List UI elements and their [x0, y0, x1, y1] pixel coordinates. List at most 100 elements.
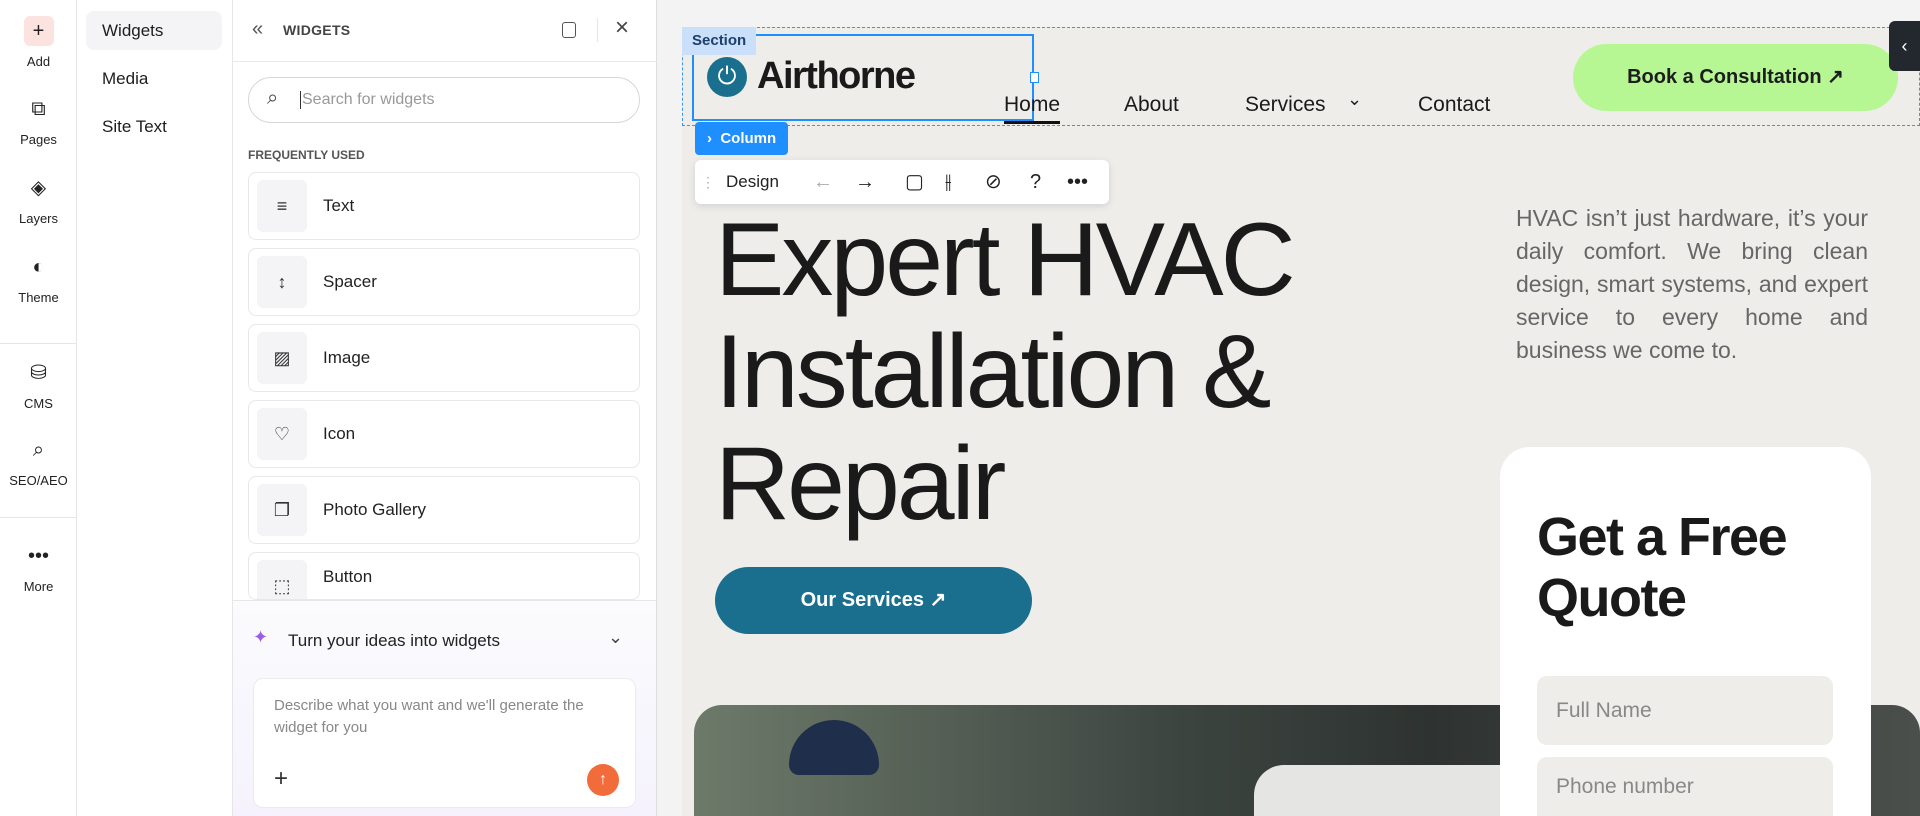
collapse-right-panel-button[interactable]: ‹: [1889, 21, 1920, 71]
widget-label: Photo Gallery: [323, 500, 426, 519]
text-icon: ≡: [257, 180, 307, 232]
rail-seo[interactable]: ⌕ SEO/AEO: [0, 435, 77, 488]
add-subnav: Widgets Media Site Text: [77, 0, 233, 816]
design-button[interactable]: Design: [726, 160, 779, 204]
padding-icon[interactable]: ▢: [905, 160, 924, 204]
widget-button[interactable]: ⬚ Button: [248, 552, 640, 600]
phone-input[interactable]: Phone number: [1537, 757, 1833, 816]
arrow-left-icon[interactable]: ←: [813, 160, 833, 204]
nav-services[interactable]: Services: [1245, 93, 1326, 117]
spacing-icon[interactable]: ⫲: [945, 160, 951, 204]
section-label[interactable]: Section: [682, 27, 757, 55]
technician-cap: [789, 720, 879, 775]
chevron-right-icon: ›: [707, 130, 712, 147]
subnav-site-text[interactable]: Site Text: [86, 107, 222, 146]
gallery-icon: ❐: [257, 484, 307, 536]
dock-icon[interactable]: [562, 22, 576, 38]
rail-add[interactable]: + Add: [0, 16, 77, 69]
column-label-text: Column: [720, 130, 777, 147]
arrow-up-right-icon: ↗: [1827, 66, 1844, 88]
ai-widget-generator: ✦ Turn your ideas into widgets ⌄ Describ…: [233, 600, 656, 816]
headline-line: Expert HVAC: [715, 202, 1296, 318]
ai-prompt-placeholder: Describe what you want and we'll generat…: [274, 697, 584, 736]
book-consultation-button[interactable]: Book a Consultation ↗: [1573, 44, 1898, 111]
close-icon[interactable]: ×: [615, 14, 629, 42]
site-preview: Section ⏻ Airthorne Home About Services …: [682, 27, 1920, 816]
rail-label: Add: [26, 54, 51, 69]
hvac-unit: [1254, 765, 1534, 816]
pages-icon: ⧉: [31, 98, 46, 120]
widgets-panel: « WIDGETS × ⌕ Search for widgets FREQUEN…: [233, 0, 657, 816]
rail-cms[interactable]: ⛁ CMS: [0, 358, 77, 411]
power-logo-icon: ⏻: [707, 57, 747, 97]
nav-contact[interactable]: Contact: [1418, 93, 1490, 117]
widget-image[interactable]: ▨ Image: [248, 324, 640, 392]
chevron-down-icon[interactable]: ⌄: [1347, 89, 1362, 110]
more-icon: •••: [27, 545, 49, 567]
cursor-icon: ⬚: [257, 560, 307, 599]
theme-icon: ◐: [32, 256, 45, 278]
widget-label: Button: [323, 567, 373, 586]
logo-text: Airthorne: [757, 55, 916, 97]
spacer-icon: ↕: [257, 256, 307, 308]
send-button[interactable]: ↑: [587, 764, 619, 796]
services-label: Our Services: [800, 589, 925, 611]
sparkle-icon: ✦: [253, 627, 269, 647]
rail-layers[interactable]: ◈ Layers: [0, 173, 77, 226]
subnav-widgets[interactable]: Widgets: [86, 11, 222, 50]
rail-label: Pages: [20, 132, 57, 147]
rail-label: SEO/AEO: [9, 473, 68, 488]
subnav-media[interactable]: Media: [86, 59, 222, 98]
rail-label: More: [23, 579, 54, 594]
search-icon: ⌕: [267, 87, 279, 109]
cta-label: Book a Consultation: [1627, 66, 1822, 88]
hero-intro: HVAC isn’t just hardware, it’s your dail…: [1516, 205, 1868, 363]
widget-icon[interactable]: ♡ Icon: [248, 400, 640, 468]
divider: [233, 61, 657, 62]
rail-label: Layers: [18, 211, 59, 226]
rail-label: CMS: [24, 396, 53, 411]
rail-pages[interactable]: ⧉ Pages: [0, 94, 77, 147]
rail-more[interactable]: ••• More: [0, 541, 77, 594]
widget-label: Icon: [323, 424, 356, 443]
widget-label: Image: [323, 348, 371, 367]
layers-icon: ◈: [30, 177, 47, 199]
widget-label: Text: [323, 196, 355, 215]
full-name-input[interactable]: Full Name: [1537, 676, 1833, 745]
our-services-button[interactable]: Our Services ↗: [715, 567, 1032, 634]
quote-title: Get a Free Quote: [1537, 507, 1788, 628]
ai-prompt-input[interactable]: Describe what you want and we'll generat…: [253, 678, 636, 808]
section-heading: FREQUENTLY USED: [248, 148, 365, 162]
collapse-panel-icon[interactable]: «: [252, 18, 263, 41]
ai-title: Turn your ideas into widgets: [288, 631, 500, 650]
nav-home[interactable]: Home: [1004, 93, 1061, 124]
left-rail: + Add ⧉ Pages ◈ Layers ◐ Theme ⛁ CMS ⌕ SEO/AEO…: [0, 0, 77, 816]
database-icon: ⛁: [30, 362, 47, 384]
headline-line: Installation &: [715, 314, 1271, 430]
arrow-up-right-icon: ↗: [929, 589, 947, 611]
chevron-down-icon[interactable]: ⌄: [608, 627, 623, 648]
more-options-icon[interactable]: •••: [1067, 160, 1088, 204]
widget-label: Spacer: [323, 272, 377, 291]
element-toolbar: ⋮ Design ← → ▢ ⫲ ⊘ ? •••: [695, 160, 1109, 204]
help-button[interactable]: ?: [1030, 160, 1041, 204]
widget-spacer[interactable]: ↕ Spacer: [248, 248, 640, 316]
panel-title: WIDGETS: [283, 22, 351, 38]
plus-icon: +: [23, 16, 54, 46]
quote-card: Get a Free Quote Full Name Phone number: [1500, 447, 1871, 816]
headline-line: Repair: [715, 426, 1006, 542]
attach-plus-icon[interactable]: +: [274, 765, 288, 793]
nav-about[interactable]: About: [1124, 93, 1179, 117]
drag-handle-icon[interactable]: ⋮: [701, 160, 715, 204]
rail-label: Theme: [18, 290, 59, 305]
search-input[interactable]: ⌕ Search for widgets: [248, 77, 640, 123]
arrow-right-icon[interactable]: →: [855, 160, 875, 204]
seo-icon: ⌕: [32, 439, 45, 461]
heart-icon: ♡: [257, 408, 307, 460]
rail-theme[interactable]: ◐ Theme: [0, 252, 77, 305]
column-label[interactable]: › Column: [695, 122, 789, 155]
divider: [597, 18, 598, 42]
widget-text[interactable]: ≡ Text: [248, 172, 640, 240]
hide-icon[interactable]: ⊘: [985, 160, 1002, 204]
widget-photo-gallery[interactable]: ❐ Photo Gallery: [248, 476, 640, 544]
